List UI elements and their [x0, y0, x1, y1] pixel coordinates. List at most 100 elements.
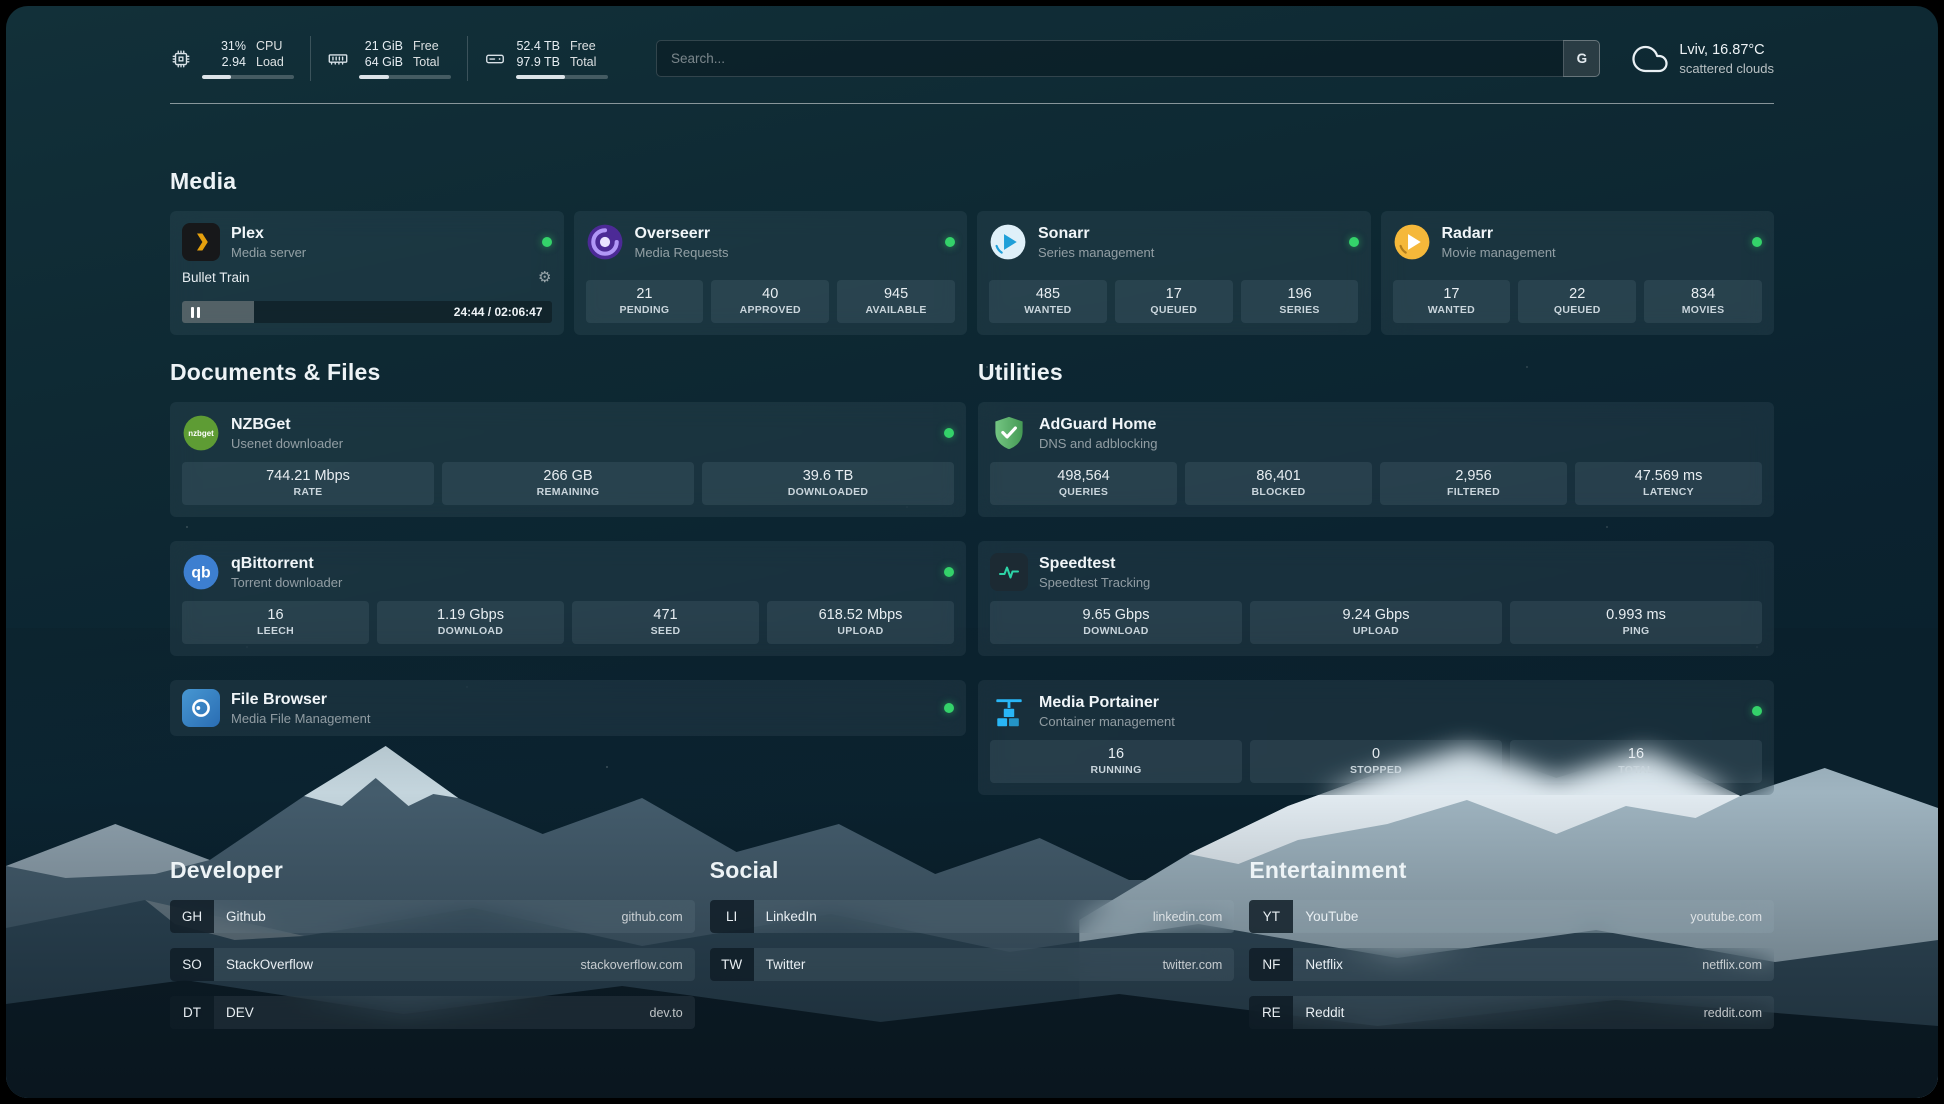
memory-widget: 21 GiB 64 GiB Free Total — [310, 36, 467, 81]
bookmark-reddit[interactable]: RE Reddit reddit.com — [1249, 996, 1774, 1029]
service-card-portainer[interactable]: Media Portainer Container management 16 … — [978, 680, 1774, 795]
resource-widgets: 31% 2.94 CPU Load — [170, 36, 624, 81]
bookmark-github[interactable]: GH Github github.com — [170, 900, 695, 933]
service-name: qBittorrent — [231, 554, 342, 574]
service-card-sonarr[interactable]: Sonarr Series management 485 WANTED 17 Q… — [977, 211, 1371, 335]
section-social: Social LI LinkedIn linkedin.com TW Twitt… — [710, 857, 1235, 1029]
service-name: Media Portainer — [1039, 693, 1175, 713]
memory-free-label: Free — [413, 38, 439, 54]
memory-progress-bar — [359, 75, 451, 79]
service-description: Media server — [231, 244, 306, 261]
section-title-documents: Documents & Files — [170, 359, 966, 386]
service-name: File Browser — [231, 690, 370, 710]
weather-widget: Lviv, 16.87°C scattered clouds — [1632, 41, 1774, 77]
stat-queued: 22 QUEUED — [1518, 280, 1636, 323]
bookmark-abbr: TW — [710, 948, 754, 981]
bookmark-linkedin[interactable]: LI LinkedIn linkedin.com — [710, 900, 1235, 933]
stat-queued: 17 QUEUED — [1115, 280, 1233, 323]
overseerr-icon — [586, 223, 624, 261]
stat-latency: 47.569 ms LATENCY — [1575, 462, 1762, 505]
search-input[interactable] — [656, 40, 1600, 77]
bookmark-stackoverflow[interactable]: SO StackOverflow stackoverflow.com — [170, 948, 695, 981]
status-dot — [944, 428, 954, 438]
plex-now-playing: Bullet Train ⚙ — [182, 270, 552, 285]
service-card-qbittorrent[interactable]: qb qBittorrent Torrent downloader — [170, 541, 966, 656]
stat-available: 945 AVAILABLE — [837, 280, 955, 323]
plex-playback-progress: 24:44 / 02:06:47 — [182, 301, 552, 323]
bookmark-name: LinkedIn — [766, 909, 817, 924]
service-card-filebrowser[interactable]: File Browser Media File Management — [170, 680, 966, 736]
svg-text:nzbget: nzbget — [188, 429, 214, 438]
memory-free-value: 21 GiB — [365, 38, 403, 54]
nzbget-icon: nzbget — [182, 414, 220, 452]
disk-widget: 52.4 TB 97.9 TB Free Total — [467, 36, 624, 81]
qbittorrent-icon: qb — [182, 553, 220, 591]
bookmark-url: youtube.com — [1690, 910, 1762, 924]
section-utilities: Utilities — [978, 359, 1774, 795]
service-card-adguard[interactable]: AdGuard Home DNS and adblocking 498,564 … — [978, 402, 1774, 517]
stat-filtered: 2,956 FILTERED — [1380, 462, 1567, 505]
section-documents: Documents & Files nzbget — [170, 359, 966, 736]
service-card-radarr[interactable]: Radarr Movie management 17 WANTED 22 QUE… — [1381, 211, 1775, 335]
stat-rate: 744.21 Mbps RATE — [182, 462, 434, 505]
search-provider-button[interactable]: G — [1563, 40, 1600, 77]
cpu-widget: 31% 2.94 CPU Load — [170, 36, 310, 81]
bookmark-abbr: RE — [1249, 996, 1293, 1029]
section-title-developer: Developer — [170, 857, 695, 884]
bookmark-name: YouTube — [1305, 909, 1358, 924]
disk-progress-bar — [516, 75, 608, 79]
adguard-shield-icon — [990, 414, 1028, 452]
section-title-media: Media — [170, 168, 1774, 195]
portainer-icon — [990, 692, 1028, 730]
bookmark-youtube[interactable]: YT YouTube youtube.com — [1249, 900, 1774, 933]
service-card-speedtest[interactable]: Speedtest Speedtest Tracking 9.65 Gbps D… — [978, 541, 1774, 656]
bookmark-url: github.com — [622, 910, 683, 924]
stat-pending: 21 PENDING — [586, 280, 704, 323]
service-description: Media File Management — [231, 710, 370, 727]
hard-drive-icon — [484, 48, 506, 70]
bookmark-abbr: SO — [170, 948, 214, 981]
gear-icon: ⚙ — [538, 270, 551, 285]
bookmark-abbr: DT — [170, 996, 214, 1029]
cpu-progress-bar — [202, 75, 294, 79]
stat-upload: 618.52 Mbps UPLOAD — [767, 601, 954, 644]
service-card-nzbget[interactable]: nzbget NZBGet Usenet downloader 74 — [170, 402, 966, 517]
stat-stopped: 0 STOPPED — [1250, 740, 1502, 783]
search-bar[interactable]: G — [656, 40, 1600, 77]
bookmark-name: Github — [226, 909, 266, 924]
bookmark-abbr: LI — [710, 900, 754, 933]
section-entertainment: Entertainment YT YouTube youtube.com NF … — [1249, 857, 1774, 1029]
service-name: AdGuard Home — [1039, 415, 1158, 435]
bookmark-name: Reddit — [1305, 1005, 1344, 1020]
weather-condition: scattered clouds — [1679, 60, 1774, 77]
cpu-chip-icon — [170, 48, 192, 70]
weather-location: Lviv, 16.87°C — [1679, 41, 1774, 60]
stat-seed: 471 SEED — [572, 601, 759, 644]
status-dot — [945, 237, 955, 247]
bookmark-dev[interactable]: DT DEV dev.to — [170, 996, 695, 1029]
stat-approved: 40 APPROVED — [711, 280, 829, 323]
filebrowser-icon — [182, 689, 220, 727]
bookmark-twitter[interactable]: TW Twitter twitter.com — [710, 948, 1235, 981]
bookmark-netflix[interactable]: NF Netflix netflix.com — [1249, 948, 1774, 981]
memory-total-value: 64 GiB — [365, 54, 403, 70]
status-dot — [944, 703, 954, 713]
bookmark-url: twitter.com — [1163, 958, 1223, 972]
service-description: Movie management — [1442, 244, 1556, 261]
service-description: Series management — [1038, 244, 1154, 261]
memory-total-label: Total — [413, 54, 439, 70]
bookmark-abbr: YT — [1249, 900, 1293, 933]
service-name: Overseerr — [635, 224, 729, 244]
cpu-load-label: Load — [256, 54, 284, 70]
stat-downloaded: 39.6 TB DOWNLOADED — [702, 462, 954, 505]
bookmark-name: StackOverflow — [226, 957, 313, 972]
stat-blocked: 86,401 BLOCKED — [1185, 462, 1372, 505]
disk-total-label: Total — [570, 54, 596, 70]
section-title-social: Social — [710, 857, 1235, 884]
service-card-plex[interactable]: Plex Media server Bullet Train ⚙ 24:44 /… — [170, 211, 564, 335]
service-description: Container management — [1039, 713, 1175, 730]
sonarr-icon — [989, 223, 1027, 261]
stat-queries: 498,564 QUERIES — [990, 462, 1177, 505]
service-card-overseerr[interactable]: Overseerr Media Requests 21 PENDING 40 A… — [574, 211, 968, 335]
stat-remaining: 266 GB REMAINING — [442, 462, 694, 505]
